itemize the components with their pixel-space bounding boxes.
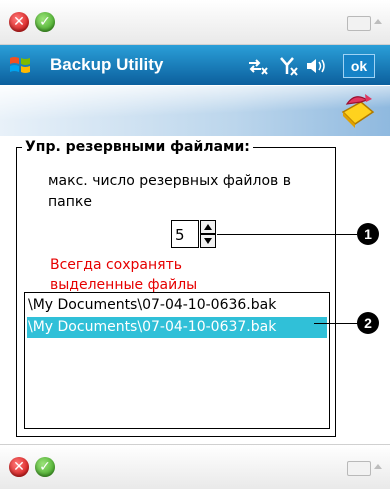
check-icon[interactable]: ✓ (35, 12, 55, 32)
keyboard-icon[interactable] (347, 16, 371, 31)
close-icon[interactable]: ✕ (9, 457, 29, 477)
group-title: Упр. резервными файлами: (22, 139, 253, 155)
connectivity-icon[interactable] (247, 57, 269, 75)
callout-line-2 (314, 323, 359, 324)
top-system-bar: ✕ ✓ (0, 0, 390, 45)
title-bar: Backup Utility ok (0, 45, 390, 85)
list-item-selected[interactable]: \My Documents\07-04-10-0637.bak (27, 317, 327, 338)
callout-line-1 (217, 234, 357, 235)
list-item[interactable]: \My Documents\07-04-10-0636.bak (27, 295, 327, 316)
arrow-up-icon (204, 224, 212, 230)
windows-start-icon[interactable] (8, 54, 32, 76)
backup-utility-icon (341, 94, 375, 128)
header-highlight (0, 86, 390, 136)
spin-up-button[interactable] (200, 220, 216, 234)
keyboard-icon[interactable] (347, 461, 371, 476)
ok-button[interactable]: ok (343, 54, 375, 78)
callout-1: 1 (357, 223, 379, 245)
keyboard-arrow-icon[interactable] (374, 464, 382, 469)
backup-file-list[interactable]: \My Documents\07-04-10-0636.bak \My Docu… (24, 292, 330, 429)
check-icon[interactable]: ✓ (35, 457, 55, 477)
max-files-input[interactable]: 5 (171, 220, 199, 248)
app-title: Backup Utility (50, 55, 164, 74)
max-files-label: макс. число резервных файлов в папке (48, 173, 291, 210)
keyboard-arrow-icon[interactable] (374, 19, 382, 24)
close-icon[interactable]: ✕ (9, 12, 29, 32)
arrow-down-icon (204, 238, 212, 244)
callout-2: 2 (357, 312, 379, 334)
header-band (0, 86, 390, 136)
spin-down-button[interactable] (200, 234, 216, 248)
always-save-label[interactable]: Всегда сохранять выделенные файлы (50, 255, 250, 295)
bottom-system-bar: ✕ ✓ (0, 444, 390, 489)
signal-off-icon[interactable] (279, 56, 299, 76)
volume-icon[interactable] (305, 56, 329, 76)
